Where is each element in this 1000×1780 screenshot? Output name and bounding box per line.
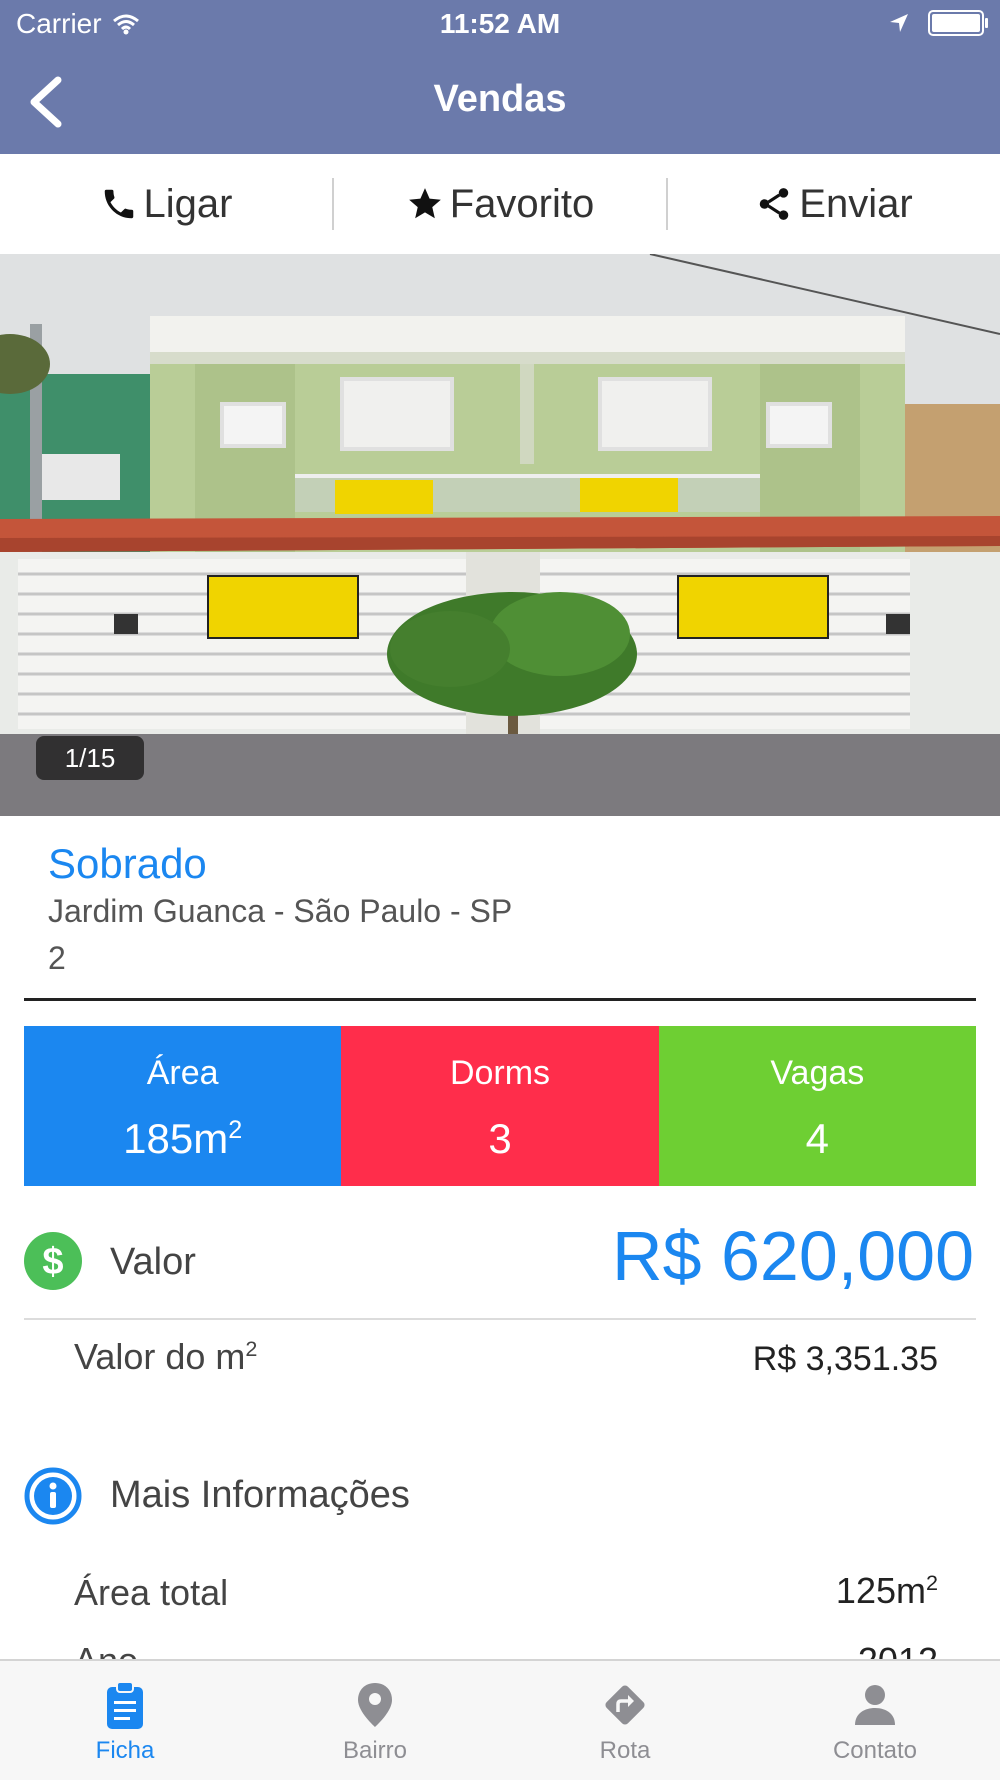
- stats-row: Área 185m2 Dorms 3 Vagas 4: [24, 1026, 976, 1186]
- photo-counter: 1/15: [36, 736, 144, 780]
- tab-ficha[interactable]: Ficha: [0, 1661, 250, 1780]
- battery-icon: [928, 10, 988, 36]
- stat-area: Área 185m2: [24, 1026, 342, 1186]
- svg-text:$: $: [42, 1241, 63, 1283]
- more-info-title: Mais Informações: [110, 1474, 410, 1516]
- valor-divider: [24, 1318, 976, 1320]
- section-divider: [24, 998, 976, 1001]
- status-time: 11:52 AM: [439, 8, 561, 39]
- tab-contato[interactable]: Contato: [750, 1661, 1000, 1780]
- location-arrow-icon: [890, 14, 908, 32]
- info-row-label: Área total: [74, 1572, 229, 1613]
- stat-dorms-value: 3: [488, 1115, 512, 1162]
- map-pin-icon: [358, 1683, 392, 1727]
- property-number: 2: [48, 940, 66, 976]
- tab-bairro[interactable]: Bairro: [250, 1661, 500, 1780]
- route-icon: [605, 1685, 645, 1725]
- share-button[interactable]: Enviar: [668, 154, 1000, 254]
- call-label: Ligar: [143, 181, 233, 226]
- info-row-value: 125m2: [835, 1570, 938, 1611]
- page-title: Vendas: [433, 78, 567, 120]
- action-bar: Ligar Favorito Enviar: [0, 154, 1000, 254]
- tab-ficha-label: Ficha: [95, 1737, 155, 1764]
- status-right: [888, 10, 988, 36]
- stat-vagas: Vagas 4: [658, 1026, 976, 1186]
- stat-dorms: Dorms 3: [341, 1026, 659, 1186]
- tab-rota-label: Rota: [599, 1737, 651, 1764]
- call-button[interactable]: Ligar: [0, 154, 332, 254]
- person-icon: [855, 1685, 895, 1725]
- dollar-icon: $: [24, 1232, 82, 1290]
- status-bar: Carrier 11:52 AM: [0, 0, 1000, 50]
- property-type: Sobrado: [48, 840, 207, 887]
- clipboard-icon: [107, 1681, 143, 1729]
- stat-dorms-label: Dorms: [449, 1054, 551, 1092]
- tab-bar: Ficha Bairro Rota Contato: [0, 1659, 1000, 1780]
- share-label: Enviar: [799, 181, 913, 226]
- valor-m2-label: Valor do m2: [74, 1336, 258, 1377]
- tab-contato-label: Contato: [832, 1737, 918, 1764]
- property-address: Jardim Guanca - São Paulo - SP: [48, 893, 513, 929]
- share-icon: [760, 188, 789, 220]
- valor-label: Valor: [110, 1241, 196, 1283]
- favorite-button[interactable]: Favorito: [334, 154, 666, 254]
- valor-m2-value: R$ 3,351.35: [752, 1340, 938, 1378]
- property-photo: [0, 254, 1000, 816]
- stat-vagas-label: Vagas: [770, 1054, 865, 1092]
- top-bar: Carrier 11:52 AM Vendas: [0, 0, 1000, 154]
- info-icon: [24, 1467, 82, 1525]
- phone-icon: [104, 189, 133, 219]
- favorite-label: Favorito: [449, 181, 595, 226]
- property-photo-carousel[interactable]: 1/15: [0, 254, 1000, 816]
- stat-area-label: Área: [146, 1054, 219, 1092]
- stat-area-value: 185m2: [123, 1115, 243, 1162]
- tab-rota[interactable]: Rota: [500, 1661, 750, 1780]
- valor-value: R$ 620,000: [612, 1217, 974, 1295]
- nav-bar: Vendas: [0, 60, 1000, 140]
- tab-bairro-label: Bairro: [342, 1737, 408, 1764]
- stat-vagas-value: 4: [805, 1115, 829, 1162]
- star-icon: [408, 188, 441, 219]
